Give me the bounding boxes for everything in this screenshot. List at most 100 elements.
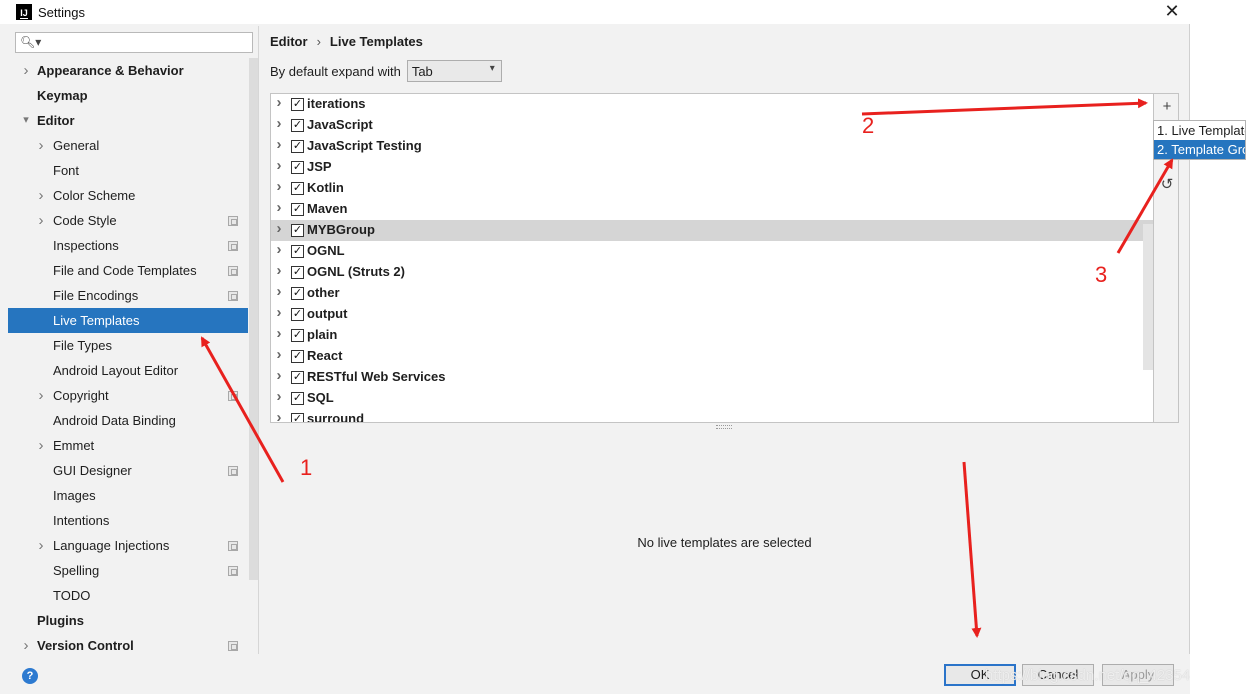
template-group-row[interactable]: › ✓ surround (271, 409, 1153, 423)
expand-with-label: By default expand with (270, 63, 401, 79)
template-group-row[interactable]: › ✓ SQL (271, 388, 1153, 409)
template-group-checkbox[interactable]: ✓ (291, 266, 304, 279)
chevron-right-icon[interactable]: › (20, 58, 32, 83)
chevron-right-icon[interactable]: › (274, 262, 284, 279)
sidebar-item-spelling[interactable]: Spelling (8, 558, 248, 583)
restore-icon[interactable]: ↺ (1154, 174, 1178, 196)
sidebar-item-gui-designer[interactable]: GUI Designer (8, 458, 248, 483)
no-selection-message: No live templates are selected (637, 535, 812, 550)
sidebar-item-editor[interactable]: ▾ Editor (8, 108, 248, 133)
template-group-row[interactable]: › ✓ JavaScript Testing (271, 136, 1153, 157)
sidebar-item-todo[interactable]: TODO (8, 583, 248, 608)
sidebar-item-code-style[interactable]: › Code Style (8, 208, 248, 233)
template-group-checkbox[interactable]: ✓ (291, 371, 304, 384)
expand-with-select[interactable]: Tab ▾ (406, 60, 502, 82)
chevron-right-icon[interactable]: › (274, 367, 284, 384)
template-group-checkbox[interactable]: ✓ (291, 287, 304, 300)
template-group-checkbox[interactable]: ✓ (291, 182, 304, 195)
template-group-checkbox[interactable]: ✓ (291, 392, 304, 405)
chevron-right-icon[interactable]: › (35, 383, 47, 408)
template-group-checkbox[interactable]: ✓ (291, 308, 304, 321)
template-group-row[interactable]: › ✓ output (271, 304, 1153, 325)
chevron-right-icon[interactable]: › (274, 283, 284, 300)
close-icon[interactable]: ✕ (1158, 0, 1186, 24)
add-icon[interactable]: + (1154, 96, 1178, 118)
window-title: Settings (38, 4, 85, 20)
sidebar-item-language-injections[interactable]: › Language Injections (8, 533, 248, 558)
chevron-right-icon[interactable]: › (274, 304, 284, 321)
template-group-row[interactable]: › ✓ JavaScript (271, 115, 1153, 136)
template-group-checkbox[interactable]: ✓ (291, 203, 304, 216)
template-group-row[interactable]: › ✓ Maven (271, 199, 1153, 220)
chevron-right-icon[interactable]: › (274, 241, 284, 258)
chevron-right-icon[interactable]: › (35, 183, 47, 208)
template-group-row[interactable]: › ✓ RESTful Web Services (271, 367, 1153, 388)
template-group-row[interactable]: › ✓ JSP (271, 157, 1153, 178)
chevron-right-icon[interactable]: › (274, 409, 284, 422)
sidebar-item-font[interactable]: Font (8, 158, 248, 183)
sidebar-item-file-encodings[interactable]: File Encodings (8, 283, 248, 308)
template-group-checkbox[interactable]: ✓ (291, 413, 304, 422)
template-group-row[interactable]: › ✓ other (271, 283, 1153, 304)
sidebar-item-general[interactable]: › General (8, 133, 248, 158)
chevron-right-icon[interactable]: › (35, 208, 47, 233)
sidebar-item-android-layout-editor[interactable]: Android Layout Editor (8, 358, 248, 383)
settings-search-input[interactable]: 🔍︎▾ (15, 32, 253, 53)
chevron-right-icon[interactable]: › (274, 388, 284, 405)
sidebar-item-intentions[interactable]: Intentions (8, 508, 248, 533)
help-icon[interactable]: ? (22, 668, 38, 684)
panel-splitter[interactable] (716, 425, 732, 429)
sidebar-item-appearance-behavior[interactable]: › Appearance & Behavior (8, 58, 248, 83)
sidebar-item-file-types[interactable]: File Types (8, 333, 248, 358)
template-list-scrollbar[interactable] (1143, 224, 1153, 370)
popup-menu-item[interactable]: 2. Template Group... (1154, 140, 1245, 159)
chevron-right-icon[interactable]: › (274, 199, 284, 216)
popup-menu-item[interactable]: 1. Live Template (1154, 121, 1245, 140)
sidebar-item-android-data-binding[interactable]: Android Data Binding (8, 408, 248, 433)
project-scope-icon (228, 566, 238, 576)
chevron-right-icon[interactable]: › (274, 94, 284, 111)
template-group-checkbox[interactable]: ✓ (291, 245, 304, 258)
dialog-footer: ? OK Cancel Apply https://blog.csdn.net/… (0, 654, 1215, 694)
project-scope-icon (228, 541, 238, 551)
chevron-right-icon[interactable]: › (274, 157, 284, 174)
chevron-right-icon[interactable]: › (35, 133, 47, 158)
chevron-right-icon[interactable]: › (35, 433, 47, 458)
sidebar-item-images[interactable]: Images (8, 483, 248, 508)
template-group-row[interactable]: › ✓ OGNL (Struts 2) (271, 262, 1153, 283)
chevron-right-icon[interactable]: › (35, 533, 47, 558)
chevron-right-icon[interactable]: › (274, 115, 284, 132)
template-group-name: JSP (307, 159, 332, 174)
template-group-name: surround (307, 411, 365, 423)
sidebar-item-file-and-code-templates[interactable]: File and Code Templates (8, 258, 248, 283)
sidebar-item-live-templates[interactable]: Live Templates (8, 308, 248, 333)
chevron-right-icon[interactable]: › (274, 220, 284, 237)
template-group-row[interactable]: › ✓ plain (271, 325, 1153, 346)
template-group-row[interactable]: › ✓ iterations (271, 94, 1153, 115)
chevron-right-icon[interactable]: › (274, 325, 284, 342)
sidebar-item-keymap[interactable]: Keymap (8, 83, 248, 108)
sidebar-item-label: GUI Designer (53, 463, 132, 478)
sidebar-scrollbar[interactable] (249, 58, 258, 580)
sidebar-item-emmet[interactable]: › Emmet (8, 433, 248, 458)
sidebar-item-plugins[interactable]: Plugins (8, 608, 248, 633)
template-group-checkbox[interactable]: ✓ (291, 161, 304, 174)
sidebar-item-color-scheme[interactable]: › Color Scheme (8, 183, 248, 208)
template-group-row[interactable]: › ✓ OGNL (271, 241, 1153, 262)
template-group-row[interactable]: › ✓ React (271, 346, 1153, 367)
chevron-right-icon[interactable]: › (274, 178, 284, 195)
chevron-right-icon[interactable]: › (274, 346, 284, 363)
sidebar-item-inspections[interactable]: Inspections (8, 233, 248, 258)
template-group-row[interactable]: › ✓ MYBGroup (271, 220, 1153, 241)
template-group-checkbox[interactable]: ✓ (291, 119, 304, 132)
chevron-down-icon[interactable]: ▾ (20, 108, 32, 133)
intellij-app-icon: IJ (16, 4, 32, 20)
template-group-row[interactable]: › ✓ Kotlin (271, 178, 1153, 199)
template-group-checkbox[interactable]: ✓ (291, 224, 304, 237)
sidebar-item-copyright[interactable]: › Copyright (8, 383, 248, 408)
template-group-checkbox[interactable]: ✓ (291, 350, 304, 363)
template-group-checkbox[interactable]: ✓ (291, 140, 304, 153)
template-group-checkbox[interactable]: ✓ (291, 329, 304, 342)
chevron-right-icon[interactable]: › (274, 136, 284, 153)
template-group-checkbox[interactable]: ✓ (291, 98, 304, 111)
